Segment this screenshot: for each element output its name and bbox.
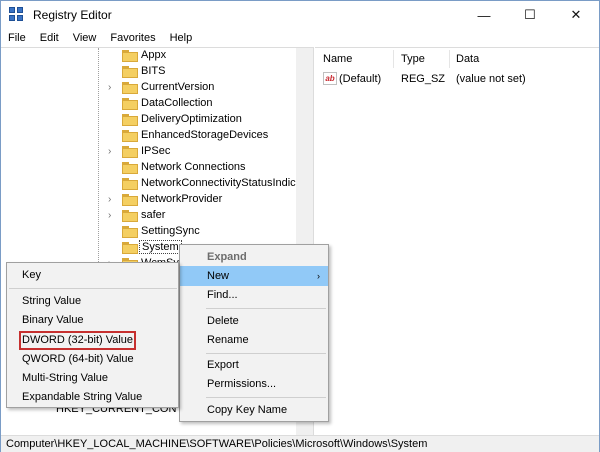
registry-editor-icon [9, 7, 25, 23]
folder-icon [122, 130, 138, 142]
folder-icon [122, 194, 138, 206]
tree-item-label: safer [141, 209, 166, 221]
submenu-item-key[interactable]: Key [7, 265, 178, 285]
folder-icon [122, 210, 138, 222]
list-header: Name Type Data [315, 48, 599, 70]
tree-item-settingsync[interactable]: SettingSync [1, 224, 313, 240]
column-header-name[interactable]: Name [323, 53, 352, 65]
highlight-box [19, 331, 136, 350]
tree-item-label: IPSec [141, 145, 171, 157]
column-header-data[interactable]: Data [456, 53, 479, 65]
submenu-item-qword-value[interactable]: QWORD (64-bit) Value [7, 349, 178, 369]
menu-bar: File Edit View Favorites Help [1, 29, 599, 47]
menu-edit[interactable]: Edit [33, 29, 66, 47]
menu-separator [9, 288, 177, 289]
menu-item-find[interactable]: Find... [180, 285, 328, 305]
window-controls: — ☐ ✕ [461, 1, 599, 29]
chevron-right-icon[interactable]: › [108, 83, 118, 93]
menu-item-copy-key-name[interactable]: Copy Key Name [180, 400, 328, 420]
list-row[interactable]: ab (Default) REG_SZ (value not set) [315, 70, 599, 88]
folder-icon [122, 162, 138, 174]
menu-item-new[interactable]: New › [180, 266, 328, 286]
status-path: Computer\HKEY_LOCAL_MACHINE\SOFTWARE\Pol… [6, 438, 428, 450]
tree-item-currentversion[interactable]: › CurrentVersion [1, 80, 313, 96]
tree-item-bits[interactable]: BITS [1, 64, 313, 80]
folder-icon [122, 50, 138, 62]
menu-item-export[interactable]: Export [180, 355, 328, 375]
menu-view[interactable]: View [66, 29, 104, 47]
folder-icon [122, 146, 138, 158]
registry-editor-window: Registry Editor — ☐ ✕ File Edit View Fav… [0, 0, 600, 452]
tree-item-label: SettingSync [141, 225, 200, 237]
chevron-right-icon[interactable]: › [108, 211, 118, 221]
minimize-button[interactable]: — [461, 1, 507, 29]
tree-item-networkprovider[interactable]: › NetworkProvider [1, 192, 313, 208]
tree-item-ipsec[interactable]: › IPSec [1, 144, 313, 160]
tree-item-label: NetworkProvider [141, 193, 223, 205]
tree-item-deliveryoptimization[interactable]: DeliveryOptimization [1, 112, 313, 128]
menu-item-expand: Expand [207, 251, 247, 263]
tree-item-label: HKEY_CURRENT_CONFIG [56, 407, 176, 415]
chevron-right-icon: › [317, 271, 320, 281]
string-value-icon: ab [323, 72, 337, 85]
submenu-item-expandable-string-value[interactable]: Expandable String Value [7, 387, 178, 407]
tree-item-label: EnhancedStorageDevices [141, 129, 269, 141]
tree-item-label: Appx [141, 49, 167, 61]
menu-item-delete[interactable]: Delete [180, 311, 328, 331]
folder-icon [122, 66, 138, 78]
submenu-item-multi-string-value[interactable]: Multi-String Value [7, 368, 178, 388]
menu-item-permissions[interactable]: Permissions... [180, 374, 328, 394]
menu-item-rename[interactable]: Rename [180, 330, 328, 350]
submenu-item-binary-value[interactable]: Binary Value [7, 310, 178, 330]
menu-separator [206, 397, 326, 398]
tree-item-network-connections[interactable]: Network Connections [1, 160, 313, 176]
tree-item-safer[interactable]: › safer [1, 208, 313, 224]
title-bar: Registry Editor — ☐ ✕ [1, 1, 599, 29]
tree-item-label: DataCollection [141, 97, 213, 109]
folder-icon [122, 226, 138, 238]
menu-item-new-label: New [207, 270, 230, 282]
tree-item-label: NetworkConnectivityStatusIndicat [141, 177, 305, 189]
context-menu: Expand New › Find... Delete Rename Expor… [179, 244, 329, 422]
value-data: (value not set) [456, 73, 526, 85]
tree-item-label: System [139, 240, 182, 254]
values-list[interactable]: Name Type Data ab (Default) REG_SZ (valu… [315, 47, 599, 435]
column-header-type[interactable]: Type [401, 53, 425, 65]
window-title: Registry Editor [33, 8, 112, 22]
menu-help[interactable]: Help [163, 29, 200, 47]
folder-icon [122, 178, 138, 190]
chevron-right-icon[interactable]: › [108, 147, 118, 157]
new-submenu: Key String Value Binary Value DWORD (32-… [6, 262, 179, 408]
tree-item-networkconnectivitystatusindicator[interactable]: NetworkConnectivityStatusIndicat [1, 176, 313, 192]
submenu-item-string-value[interactable]: String Value [7, 291, 178, 311]
menu-file[interactable]: File [1, 29, 33, 47]
column-divider[interactable] [449, 50, 450, 68]
tree-item-datacollection[interactable]: DataCollection [1, 96, 313, 112]
menu-separator [206, 308, 326, 309]
folder-icon [122, 242, 138, 254]
folder-icon [122, 82, 138, 94]
menu-separator [206, 353, 326, 354]
tree-item-hkey-current-config[interactable]: HKEY_CURRENT_CONFIG [56, 407, 176, 417]
folder-icon [122, 114, 138, 126]
tree-item-label: Network Connections [141, 161, 246, 173]
tree-item-label: DeliveryOptimization [141, 113, 242, 125]
column-divider[interactable] [393, 50, 394, 68]
close-button[interactable]: ✕ [553, 1, 599, 29]
status-bar: Computer\HKEY_LOCAL_MACHINE\SOFTWARE\Pol… [1, 435, 599, 452]
value-name: (Default) [339, 73, 382, 85]
folder-icon [122, 98, 138, 110]
menu-favorites[interactable]: Favorites [103, 29, 162, 47]
chevron-right-icon[interactable]: › [108, 195, 118, 205]
maximize-button[interactable]: ☐ [507, 1, 553, 29]
tree-item-label: BITS [141, 65, 166, 77]
tree-item-enhancedstoragedevices[interactable]: EnhancedStorageDevices [1, 128, 313, 144]
tree-item-label: CurrentVersion [141, 81, 215, 93]
value-type: REG_SZ [401, 73, 446, 85]
tree-item-appx[interactable]: Appx [1, 48, 313, 64]
